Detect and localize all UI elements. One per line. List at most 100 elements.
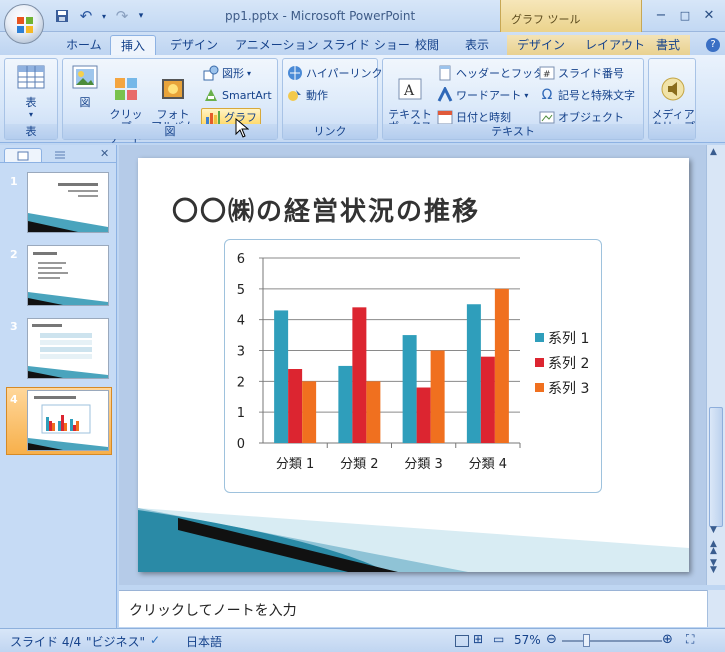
bar (274, 310, 289, 443)
slide-thumb-number: 3 (10, 320, 18, 333)
normal-view-icon[interactable] (455, 635, 469, 647)
minimize-button[interactable]: − (651, 6, 671, 24)
slide-thumbnail[interactable] (27, 172, 109, 233)
notes-scrollbar[interactable] (707, 590, 725, 627)
slide-thumbnail[interactable] (27, 245, 109, 306)
tab-chart-layout[interactable]: レイアウト (575, 35, 656, 56)
speaker-icon (661, 77, 685, 101)
tab-chart-format[interactable]: 書式 (646, 35, 691, 56)
language-indicator[interactable]: 日本語 (186, 633, 222, 650)
symbol-button[interactable]: Ω 記号と特殊文字 (539, 86, 635, 104)
office-logo-icon (17, 17, 33, 33)
action-button[interactable]: 動作 (287, 86, 328, 104)
svg-text:A: A (403, 83, 415, 99)
bar (366, 381, 381, 443)
mouse-cursor-icon (235, 118, 249, 138)
customize-qat-icon[interactable]: ▾ (136, 7, 146, 25)
next-slide-icon[interactable]: ▼ ▼ (710, 559, 717, 575)
tab-insert[interactable]: 挿入 (110, 35, 157, 56)
fit-to-window-icon[interactable]: ⛶ (686, 632, 694, 647)
wordart-button[interactable]: ワードアート ▾ (437, 86, 528, 104)
zoom-out-icon[interactable]: ⊖ (546, 632, 557, 647)
status-bar: スライド 4/4 "ビジネス" ✓ 日本語 ⊞ ▭ 57% ⊖ ⊕ ⛶ (0, 628, 725, 652)
close-button[interactable]: ✕ (699, 6, 719, 24)
group-text: A テキスト ボックス ヘッダーとフッター ワードアート▾ 日付と時刻 # スラ… (382, 58, 644, 140)
bar (338, 365, 353, 443)
table-button[interactable]: 表 ▾ (9, 63, 53, 121)
group-table-label: 表 (5, 124, 57, 139)
slide-number-label: スライド番号 (558, 67, 624, 80)
picture-button[interactable]: 図 (67, 63, 103, 109)
legend-swatch (535, 383, 544, 392)
slide-title[interactable]: 〇〇㈱の経営状況の推移 (172, 191, 480, 228)
action-icon (288, 90, 301, 101)
x-tick-label: 分類 3 (404, 457, 442, 472)
pane-divider (0, 162, 117, 163)
slides-tab-icon (17, 151, 29, 161)
help-icon[interactable]: ? (706, 38, 720, 52)
slide-indicator: スライド 4/4 (10, 635, 82, 649)
tab-chart-design[interactable]: デザイン (507, 35, 576, 56)
group-links-label: リンク (283, 124, 377, 139)
y-tick-label: 3 (237, 345, 245, 360)
header-footer-button[interactable]: ヘッダーとフッター (437, 64, 555, 82)
smartart-icon (205, 89, 217, 101)
ribbon-tab-row: ホーム 挿入 デザイン アニメーション スライド ショー 校閲 表示 デザイン … (0, 32, 725, 56)
legend-label: 系列 3 (548, 381, 589, 397)
scroll-down-icon[interactable]: ▼ (710, 525, 717, 535)
clipart-button[interactable]: クリップ アート (107, 63, 145, 157)
save-icon[interactable] (52, 7, 72, 25)
zoom-in-icon[interactable]: ⊕ (662, 632, 673, 647)
zoom-slider-thumb[interactable] (583, 634, 590, 647)
slide-number-button[interactable]: # スライド番号 (539, 64, 624, 82)
previous-slide-icon[interactable]: ▲ ▲ (710, 540, 717, 556)
quick-access-toolbar: ↶ ▾ ↷ ▾ (52, 6, 146, 26)
spellcheck-icon[interactable]: ✓ (150, 633, 160, 647)
bar (494, 288, 509, 443)
textbox-icon: A (398, 78, 422, 100)
slide-sorter-icon[interactable]: ⊞ (473, 632, 483, 646)
bar (352, 307, 367, 443)
slide-thumb-number: 2 (10, 248, 18, 261)
slide-thumbnail[interactable] (27, 318, 109, 379)
object-label: オブジェクト (558, 111, 624, 124)
zoom-slider[interactable] (562, 640, 662, 642)
tab-home[interactable]: ホーム (56, 35, 112, 56)
wordart-label: ワードアート (456, 89, 522, 102)
undo-dropdown-icon[interactable]: ▾ (100, 7, 108, 25)
shapes-button[interactable]: 図形 ▾ (203, 64, 251, 82)
picture-icon (72, 65, 98, 89)
thumb-graphic (28, 252, 108, 305)
y-tick-label: 2 (237, 375, 245, 390)
zoom-level[interactable]: 57% (514, 633, 541, 647)
slideshow-view-icon[interactable]: ▭ (493, 632, 504, 646)
restore-button[interactable]: □ (675, 6, 695, 24)
x-tick-label: 分類 1 (276, 457, 314, 472)
y-tick-label: 4 (237, 314, 245, 329)
notes-pane[interactable]: クリックしてノートを入力 (119, 590, 707, 627)
tab-slides[interactable] (4, 148, 42, 162)
hyperlink-button[interactable]: ハイパーリンク (287, 64, 383, 82)
thumb-graphic (28, 396, 108, 450)
smartart-button[interactable]: SmartArt (203, 86, 272, 104)
scroll-thumb[interactable] (709, 407, 723, 527)
vertical-scrollbar[interactable]: ▲ ▼ ▲ ▲ ▼ ▼ (706, 145, 725, 585)
shapes-icon (203, 65, 219, 81)
chart-object[interactable]: 0 1 2 3 4 5 6 分類 1 分類 2 分類 3 分類 4 系列 1 系列 2 系列 3 (224, 239, 602, 493)
bar (416, 387, 431, 443)
office-button[interactable] (4, 4, 44, 44)
y-tick-label: 1 (237, 406, 245, 421)
tab-outline[interactable] (44, 148, 76, 162)
redo-icon[interactable]: ↷ (112, 7, 132, 25)
tab-design[interactable]: デザイン (160, 35, 228, 56)
tab-view[interactable]: 表示 (455, 35, 499, 56)
slide-thumbnail-selected[interactable] (27, 390, 109, 451)
undo-icon[interactable]: ↶ (76, 7, 96, 25)
scroll-up-icon[interactable]: ▲ (710, 147, 717, 157)
tab-review[interactable]: 校閲 (405, 35, 449, 56)
chart-tools-label: グラフ ツール (511, 13, 581, 26)
pane-close-icon[interactable]: ✕ (100, 147, 109, 160)
photo-album-icon (162, 79, 184, 99)
bar (302, 381, 317, 443)
tab-slideshow[interactable]: スライド ショー (312, 35, 420, 56)
